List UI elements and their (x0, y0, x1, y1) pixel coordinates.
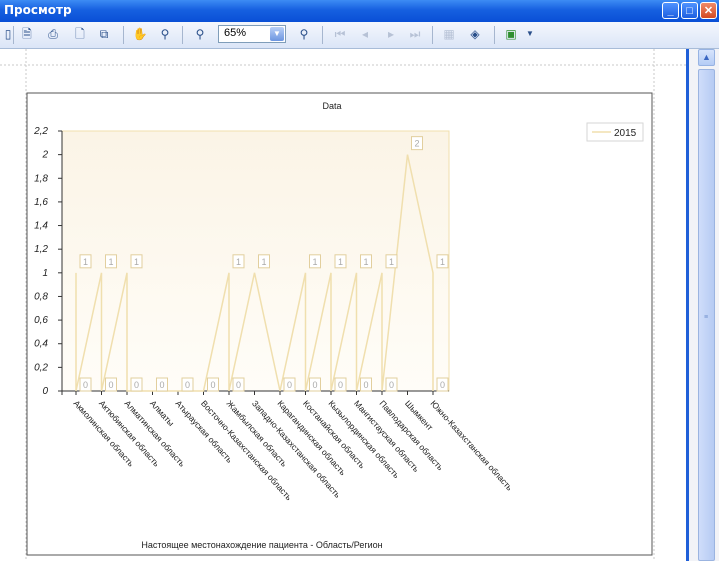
preview-toolbar: ▯ 🗎 ⎙ 🗋 ⧉ ✋ ⚲ ⚲ 65% ▼ ⚲ ⏮ ◂ ▸ ⏭ ▦ ◈ ▣ ▼ (0, 22, 719, 49)
toolbar-separator (13, 26, 14, 44)
zoom-value: 65% (224, 27, 247, 39)
page-setup-icon[interactable]: 🗎 (19, 26, 35, 42)
data-label: 1 (108, 257, 113, 267)
preview-area: Data 0 0,2 0,4 0,6 0,8 1 1,2 1,4 1,6 1,8 2 2,2 Акмоли… (0, 49, 686, 561)
y-tick-label: 0 (42, 386, 48, 397)
data-label: 0 (83, 380, 88, 390)
data-label: 0 (210, 380, 215, 390)
export-icon[interactable]: ⧉ (96, 26, 112, 42)
save-icon[interactable]: ▣ (503, 26, 519, 42)
toolbar-separator (322, 26, 323, 44)
y-tick-label: 2 (41, 150, 48, 161)
legend-label: 2015 (614, 128, 637, 139)
hand-tool-icon[interactable]: ✋ (132, 26, 148, 42)
scrollbar-thumb[interactable]: ≡ (698, 69, 715, 561)
print-icon[interactable]: ⎙ (45, 26, 61, 42)
y-tick-label: 1,4 (34, 221, 48, 232)
y-tick-label: 0,4 (34, 339, 48, 350)
background-color-icon[interactable]: ◈ (467, 26, 483, 42)
toolbar-separator (182, 26, 183, 44)
last-page-icon[interactable]: ⏭ (407, 26, 423, 42)
data-label: 1 (83, 257, 88, 267)
zoom-in-icon[interactable]: ⚲ (296, 26, 312, 42)
zoom-select[interactable]: 65% ▼ (218, 25, 286, 43)
data-label: 1 (363, 257, 368, 267)
toolbar-separator (432, 26, 433, 44)
window-title: Просмотр (4, 3, 72, 17)
first-page-icon[interactable]: ⏮ (332, 26, 348, 42)
data-label: 0 (236, 380, 241, 390)
save-dropdown-icon[interactable]: ▼ (522, 26, 538, 42)
data-label: 1 (236, 257, 241, 267)
maximize-button[interactable]: □ (681, 2, 698, 19)
y-tick-label: 1,2 (34, 244, 48, 255)
y-tick-label: 0,2 (34, 362, 48, 373)
minimize-button[interactable]: _ (662, 2, 679, 19)
chevron-down-icon[interactable]: ▼ (270, 27, 284, 41)
toolbar-separator (123, 26, 124, 44)
zoom-out-icon[interactable]: ⚲ (192, 26, 208, 42)
y-tick-label: 1,8 (34, 173, 48, 184)
y-tick-label: 0,8 (34, 291, 48, 302)
grip-icon: ≡ (704, 314, 709, 321)
y-tick-label: 1,6 (34, 197, 48, 208)
data-label: 0 (159, 380, 164, 390)
data-label: 0 (312, 380, 317, 390)
data-label: 0 (363, 380, 368, 390)
multipage-icon[interactable]: ▦ (441, 26, 457, 42)
x-axis-title: Настоящее местонахождение пациента - Обл… (141, 540, 382, 550)
data-label: 0 (134, 380, 139, 390)
report-page: Data00,20,40,60,811,21,41,61,822,2Акмоли… (0, 49, 686, 561)
data-label: 0 (440, 380, 445, 390)
data-label: 0 (389, 380, 394, 390)
y-tick-label: 1 (42, 268, 48, 279)
data-label: 1 (338, 257, 343, 267)
scroll-up-icon[interactable]: ▲ (698, 49, 715, 66)
data-label: 1 (261, 257, 266, 267)
data-label: 1 (440, 257, 445, 267)
data-label: 2 (414, 139, 419, 149)
data-label: 0 (287, 380, 292, 390)
data-label: 0 (338, 380, 343, 390)
data-label: 1 (134, 257, 139, 267)
close-button[interactable]: ✕ (700, 2, 717, 19)
data-label: 1 (312, 257, 317, 267)
data-label: 0 (108, 380, 113, 390)
magnifier-icon[interactable]: ⚲ (157, 26, 173, 42)
previous-page-icon[interactable]: ◂ (357, 26, 373, 42)
scrollbar-edge (686, 49, 689, 561)
chart-title: Data (322, 101, 341, 111)
y-tick-label: 2,2 (33, 126, 48, 137)
next-page-icon[interactable]: ▸ (383, 26, 399, 42)
toolbar-separator (494, 26, 495, 44)
vertical-scrollbar[interactable]: ▲ ≡ (686, 49, 719, 561)
print-options-icon[interactable]: 🗋 (72, 26, 88, 42)
data-label: 0 (185, 380, 190, 390)
window-titlebar: Просмотр _ □ ✕ (0, 0, 719, 22)
data-label: 1 (389, 257, 394, 267)
y-tick-label: 0,6 (34, 315, 48, 326)
